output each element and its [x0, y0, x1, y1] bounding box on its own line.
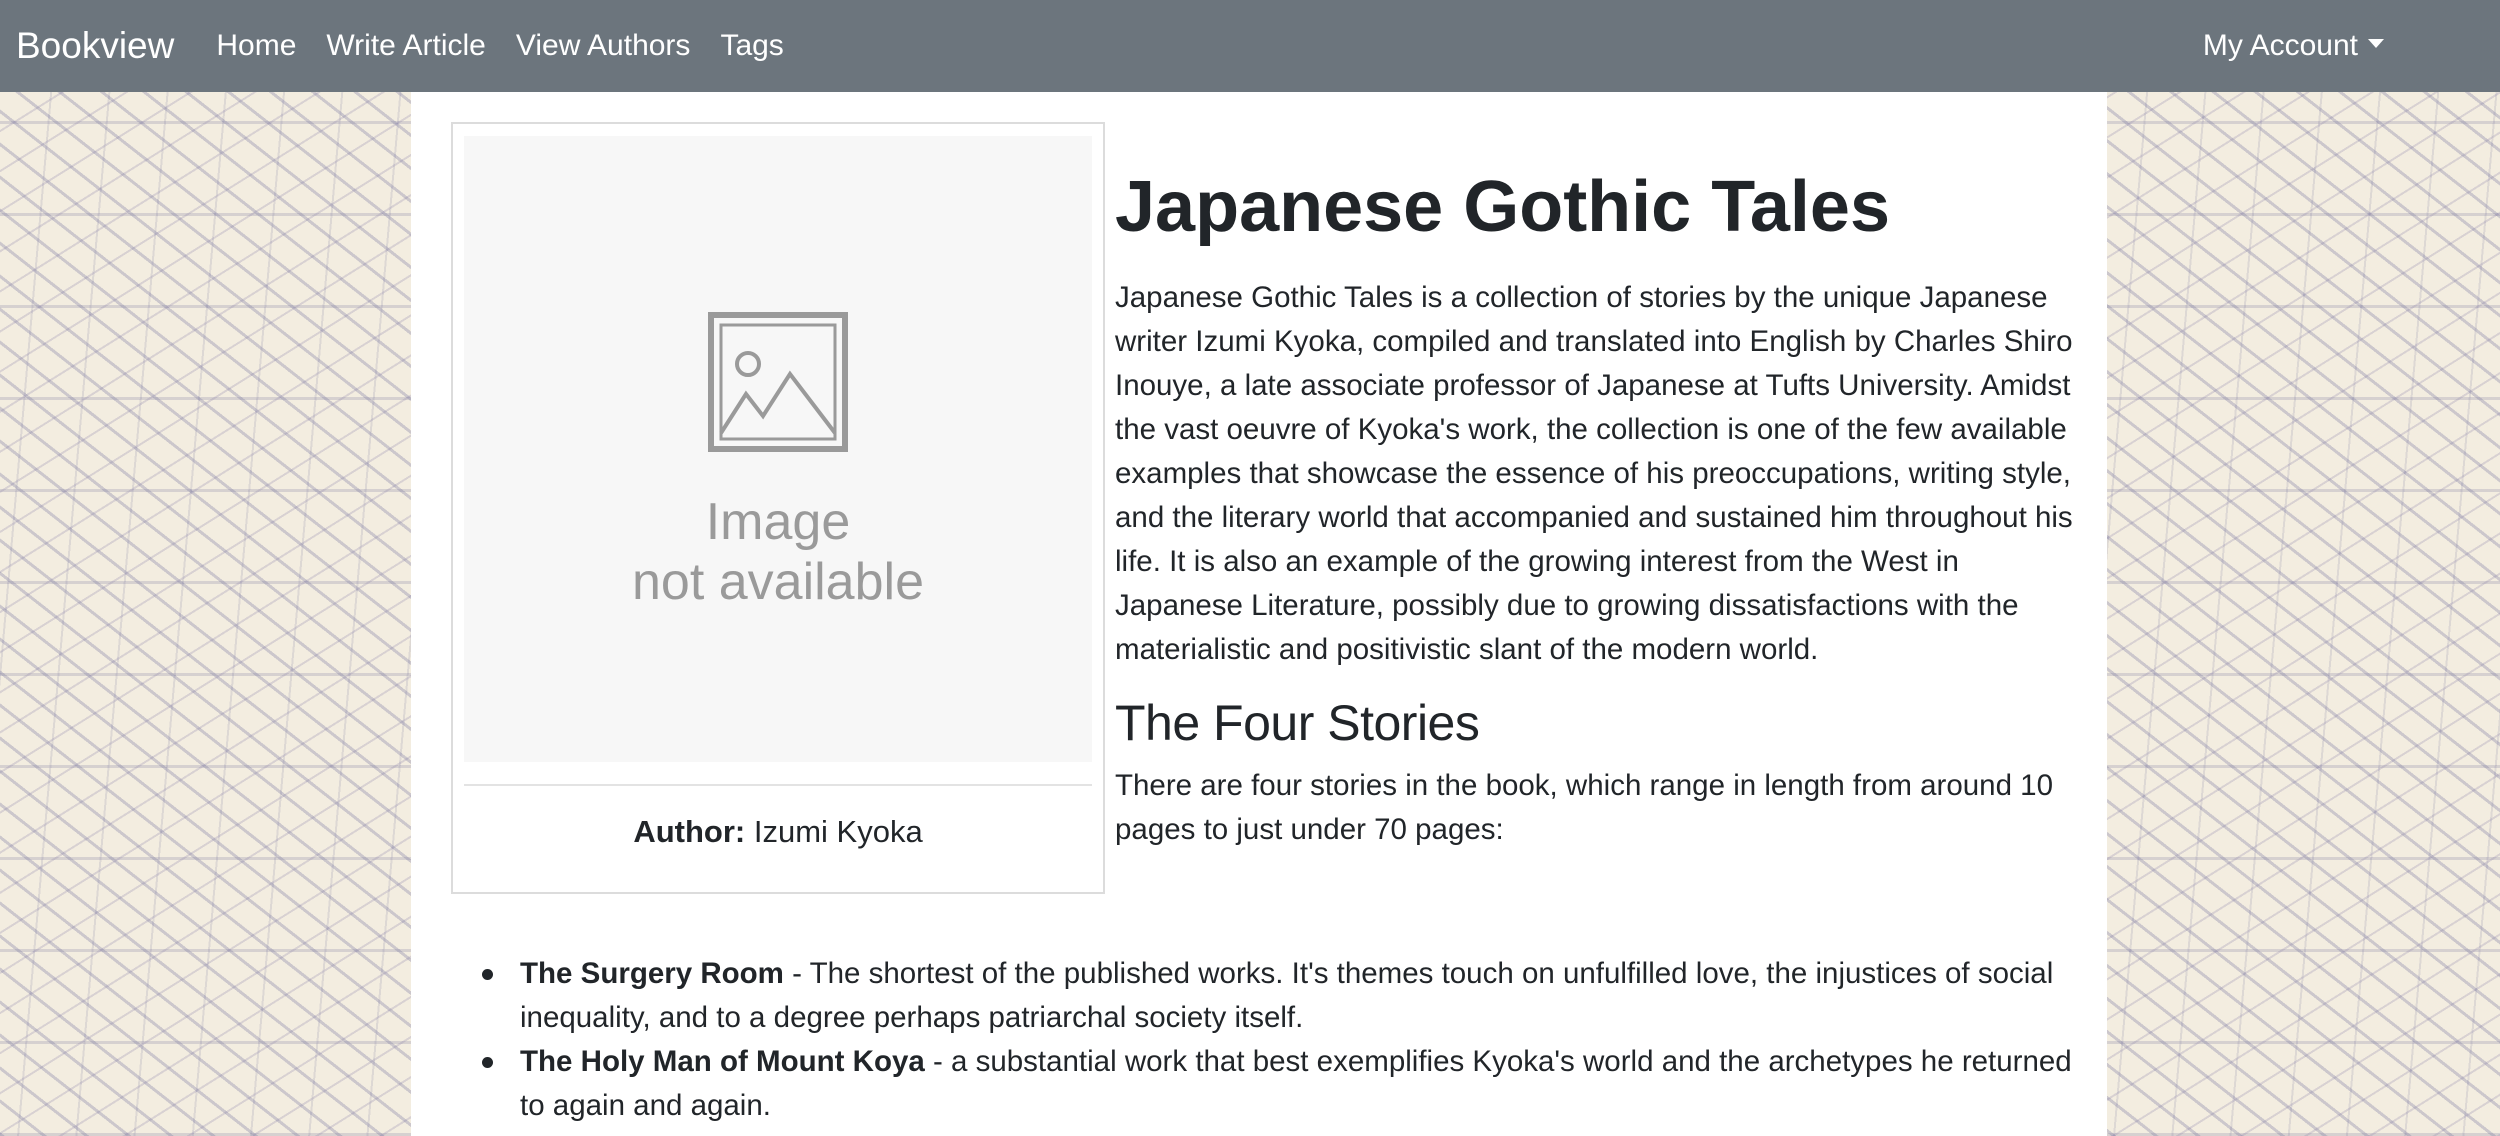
author-label: Author:	[633, 814, 746, 849]
nav-link-write-article[interactable]: Write Article	[326, 29, 485, 63]
nav-link-home[interactable]: Home	[216, 29, 296, 63]
top-navbar: Bookview Home Write Article View Authors…	[0, 0, 2500, 92]
brand-logo[interactable]: Bookview	[16, 25, 174, 67]
caret-down-icon	[2368, 38, 2384, 48]
image-text-line1: Image	[705, 493, 851, 551]
main-content: Image not available Author: Izumi Kyoka …	[411, 92, 2107, 1136]
section-heading: The Four Stories	[1115, 695, 1480, 751]
list-item: The Surgery Room - The shortest of the p…	[482, 952, 2080, 1040]
book-cover-placeholder: Image not available	[464, 136, 1092, 762]
my-account-label: My Account	[2202, 29, 2358, 62]
card-divider	[464, 784, 1092, 786]
story-title: The Surgery Room	[520, 957, 784, 990]
stories-list: The Surgery Room - The shortest of the p…	[482, 952, 2080, 1128]
author-name: Izumi Kyoka	[753, 814, 923, 849]
image-placeholder-icon	[708, 312, 848, 452]
card-author: Author: Izumi Kyoka	[453, 814, 1103, 850]
bullet	[482, 969, 493, 980]
article-body: Japanese Gothic Tales Japanese Gothic Ta…	[1115, 164, 2085, 852]
story-title: The Holy Man of Mount Koya	[520, 1045, 925, 1078]
list-item: The Holy Man of Mount Koya - a substanti…	[482, 1040, 2080, 1128]
bullet	[482, 1057, 493, 1068]
article-title: Japanese Gothic Tales	[1115, 167, 1890, 247]
nav-link-tags[interactable]: Tags	[720, 29, 783, 63]
my-account-dropdown[interactable]: My Account	[2203, 0, 2384, 92]
nav-links: Home Write Article View Authors Tags	[216, 29, 813, 63]
section-intro: There are four stories in the book, whic…	[1115, 769, 2053, 846]
article-intro: Japanese Gothic Tales is a collection of…	[1115, 281, 2073, 666]
image-unavailable-text: Image not available	[632, 492, 924, 612]
book-card: Image not available Author: Izumi Kyoka	[451, 122, 1105, 894]
nav-link-view-authors[interactable]: View Authors	[516, 29, 691, 63]
image-text-line2: not available	[632, 553, 924, 611]
